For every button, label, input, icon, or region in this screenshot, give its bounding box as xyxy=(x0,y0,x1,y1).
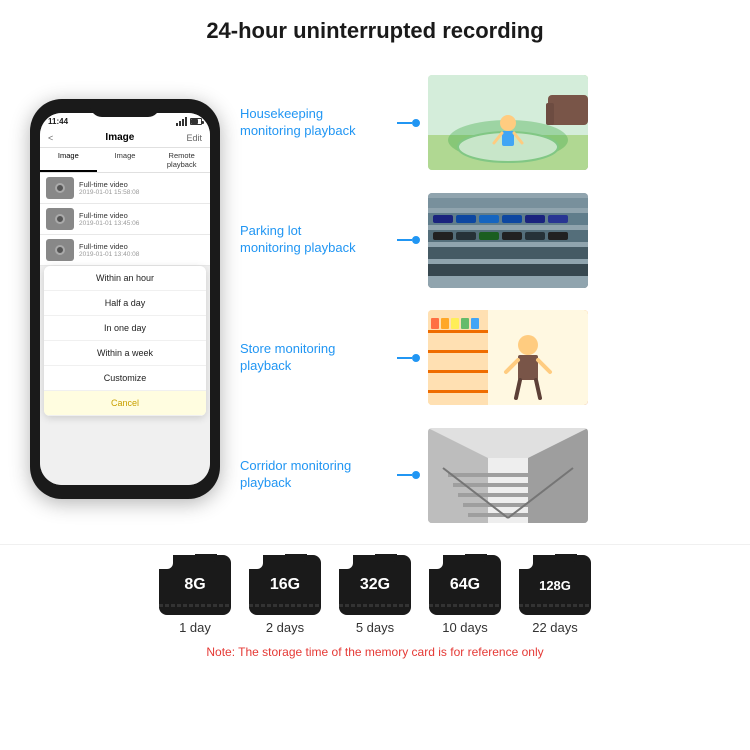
parking-svg xyxy=(428,193,588,288)
phone-tabs: Image Image Remote playback xyxy=(40,148,210,173)
dropdown-item-week[interactable]: Within a week xyxy=(44,341,206,366)
monitoring-label-store: Store monitoringplayback xyxy=(240,341,395,375)
sd-card-128g: 128G 22 days xyxy=(519,555,591,635)
cancel-button[interactable]: Cancel xyxy=(44,391,206,416)
tab-image[interactable]: Image xyxy=(40,148,97,172)
sd-days-label: 1 day xyxy=(179,620,211,635)
edit-button[interactable]: Edit xyxy=(186,133,202,143)
signal-icon xyxy=(176,117,187,126)
sd-days-label: 22 days xyxy=(532,620,578,635)
list-item-text: Full-time video 2019-01-01 13:45:06 xyxy=(79,211,139,227)
connector-parking xyxy=(397,236,420,244)
main-content: 11:44 < xyxy=(0,54,750,544)
sd-card-notch xyxy=(249,555,263,569)
list-item: Full-time video 2019-01-01 15:58:08 xyxy=(40,173,210,204)
sd-capacity-label: 8G xyxy=(184,576,205,594)
status-time: 11:44 xyxy=(48,117,68,126)
sd-days-label: 5 days xyxy=(356,620,394,635)
dropdown-item-halfday[interactable]: Half a day xyxy=(44,291,206,316)
list-item: Full-time video 2019-01-01 13:45:06 xyxy=(40,204,210,235)
phone-mockup: 11:44 < xyxy=(20,54,230,544)
monitoring-label-housekeeping: Housekeepingmonitoring playback xyxy=(240,106,395,140)
list-item-text: Full-time video 2019-01-01 15:58:08 xyxy=(79,180,139,196)
sd-section: 8G 1 day 16G 2 days 32G 5 days 64G 10 da… xyxy=(0,544,750,664)
monitoring-row-housekeeping: Housekeepingmonitoring playback xyxy=(240,75,730,170)
thumbnail xyxy=(46,208,74,230)
sd-card-notch xyxy=(519,555,533,569)
sd-card-body: 128G xyxy=(519,555,591,615)
monitoring-row-store: Store monitoringplayback xyxy=(240,310,730,405)
sd-card-notch xyxy=(429,555,443,569)
sd-card-body: 8G xyxy=(159,555,231,615)
monitoring-panel: Housekeepingmonitoring playback xyxy=(240,54,730,544)
thumbnail xyxy=(46,177,74,199)
list-date: 2019-01-01 15:58:08 xyxy=(79,189,139,196)
list-title: Full-time video xyxy=(79,211,139,220)
nav-title: Image xyxy=(105,132,134,143)
photo-store xyxy=(428,310,588,405)
dropdown-item-customize[interactable]: Customize xyxy=(44,366,206,391)
connector-store xyxy=(397,354,420,362)
list-title: Full-time video xyxy=(79,242,139,251)
time-filter-dropdown[interactable]: Within an hour Half a day In one day Wit… xyxy=(44,266,206,416)
storage-note: Note: The storage time of the memory car… xyxy=(206,645,543,659)
sd-days-label: 10 days xyxy=(442,620,488,635)
sd-card-64g: 64G 10 days xyxy=(429,555,501,635)
photo-housekeeping xyxy=(428,75,588,170)
phone-screen: 11:44 < xyxy=(40,113,210,485)
corridor-svg xyxy=(428,428,588,523)
tab-remote-playback[interactable]: Remote playback xyxy=(153,148,210,172)
sd-card-body: 16G xyxy=(249,555,321,615)
connector-corridor xyxy=(397,471,420,479)
photo-parking xyxy=(428,193,588,288)
sd-card-body: 32G xyxy=(339,555,411,615)
housekeeping-svg xyxy=(428,75,588,170)
list-title: Full-time video xyxy=(79,180,139,189)
sd-cards-row: 8G 1 day 16G 2 days 32G 5 days 64G 10 da… xyxy=(159,555,591,635)
battery-icon xyxy=(190,118,202,125)
sd-card-8g: 8G 1 day xyxy=(159,555,231,635)
sd-capacity-label: 16G xyxy=(270,576,300,594)
phone-notch xyxy=(90,99,160,117)
photo-corridor xyxy=(428,428,588,523)
thumbnail xyxy=(46,239,74,261)
sd-days-label: 2 days xyxy=(266,620,304,635)
sd-card-body: 64G xyxy=(429,555,501,615)
sd-card-notch xyxy=(159,555,173,569)
sd-card-notch xyxy=(339,555,353,569)
list-date: 2019-01-01 13:45:06 xyxy=(79,220,139,227)
store-svg xyxy=(428,310,588,405)
monitoring-label-corridor: Corridor monitoringplayback xyxy=(240,458,395,492)
monitoring-row-corridor: Corridor monitoringplayback xyxy=(240,428,730,523)
monitoring-row-parking: Parking lotmonitoring playback xyxy=(240,193,730,288)
list-date: 2019-01-01 13:40:08 xyxy=(79,251,139,258)
sd-capacity-label: 64G xyxy=(450,576,480,594)
dropdown-item-hour[interactable]: Within an hour xyxy=(44,266,206,291)
phone-list: Full-time video 2019-01-01 15:58:08 Full… xyxy=(40,173,210,485)
sd-card-32g: 32G 5 days xyxy=(339,555,411,635)
dropdown-item-oneday[interactable]: In one day xyxy=(44,316,206,341)
sd-capacity-label: 32G xyxy=(360,576,390,594)
list-item-text: Full-time video 2019-01-01 13:40:08 xyxy=(79,242,139,258)
page-title: 24-hour uninterrupted recording xyxy=(0,0,750,54)
back-button[interactable]: < xyxy=(48,133,53,143)
tab-image2[interactable]: Image xyxy=(97,148,154,172)
phone-nav-bar: < Image Edit xyxy=(40,128,210,148)
phone-body: 11:44 < xyxy=(30,99,220,499)
sd-capacity-label: 128G xyxy=(539,578,571,593)
monitoring-label-parking: Parking lotmonitoring playback xyxy=(240,223,395,257)
connector-housekeeping xyxy=(397,119,420,127)
sd-card-16g: 16G 2 days xyxy=(249,555,321,635)
list-item: Full-time video 2019-01-01 13:40:08 xyxy=(40,235,210,266)
